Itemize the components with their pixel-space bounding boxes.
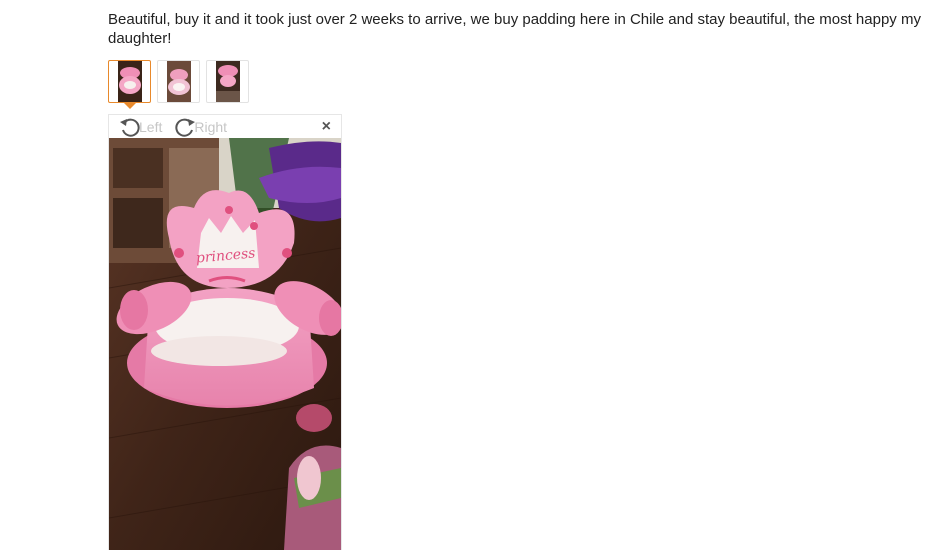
thumbnail-3[interactable]	[206, 60, 249, 103]
thumbnail-2[interactable]	[157, 60, 200, 103]
photo-viewer: Left Right × princess	[108, 114, 342, 550]
review-photo: princess	[109, 138, 341, 550]
princess-chair-photo: princess	[109, 138, 341, 550]
thumbnail-1[interactable]	[108, 60, 151, 109]
rotate-left-button[interactable]: Left	[119, 117, 162, 137]
rotate-right-button[interactable]: Right	[174, 117, 227, 137]
rotate-left-label: Left	[139, 118, 163, 135]
thumbnail-1-image	[117, 61, 142, 102]
thumbnail-strip	[108, 60, 249, 109]
thumbnail-3-image	[215, 61, 240, 102]
review-text: Beautiful, buy it and it took just over …	[108, 11, 921, 47]
close-button[interactable]: ×	[322, 118, 331, 136]
thumbnail-2-image	[166, 61, 191, 102]
viewer-toolbar: Left Right ×	[109, 115, 341, 138]
rotate-right-icon	[175, 118, 196, 137]
rotate-right-label: Right	[194, 118, 228, 135]
rotate-left-icon	[120, 118, 140, 137]
